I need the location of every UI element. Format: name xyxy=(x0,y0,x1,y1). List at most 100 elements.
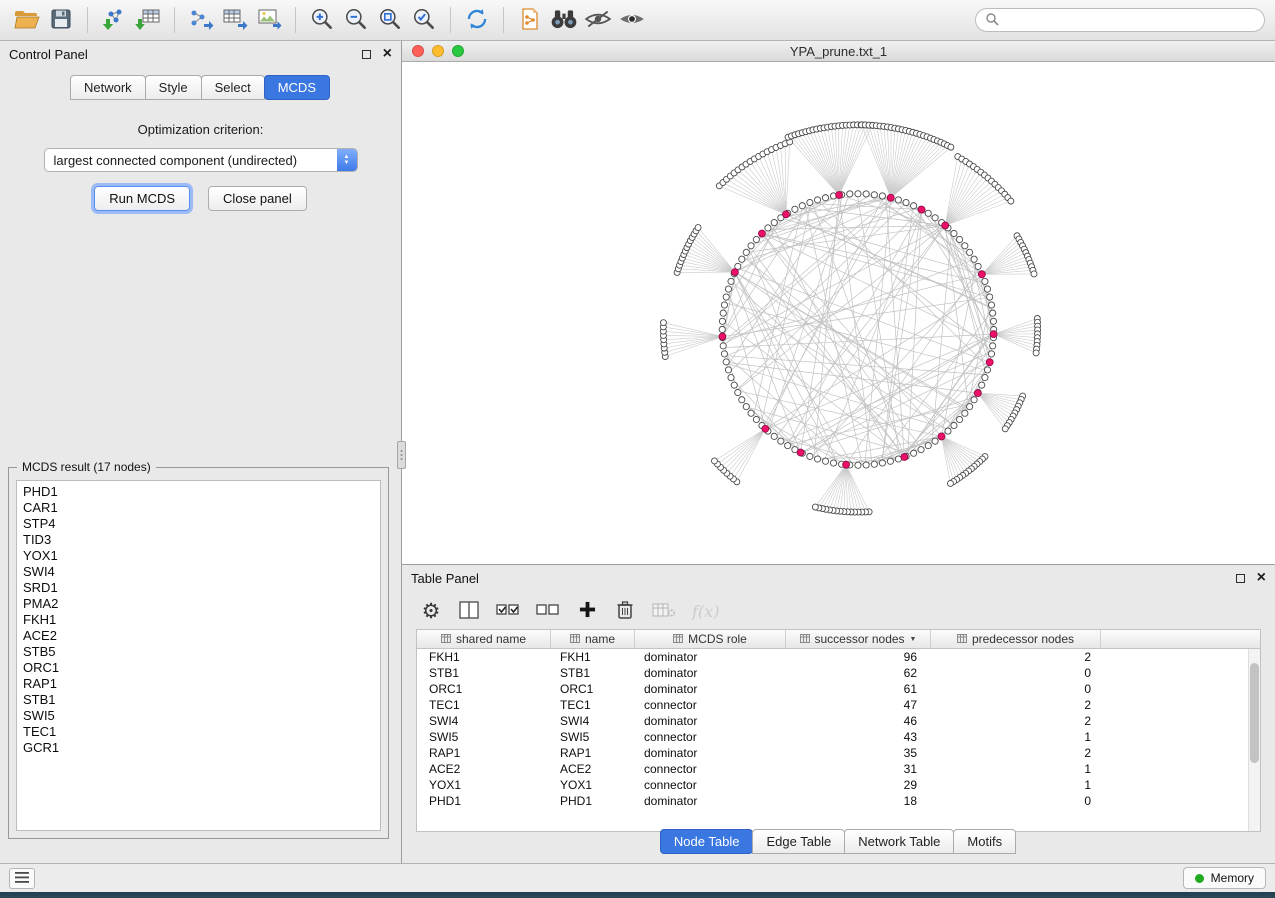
graph-hub-node[interactable] xyxy=(938,433,945,440)
graph-node[interactable] xyxy=(660,320,666,326)
graph-node[interactable] xyxy=(1031,271,1037,277)
save-session-button[interactable] xyxy=(44,3,78,37)
graph-node[interactable] xyxy=(725,286,731,292)
table-row[interactable]: ACE2ACE2connector311 xyxy=(417,761,1248,777)
mcds-result-item[interactable]: YOX1 xyxy=(17,548,380,564)
column-header-predecessor-nodes[interactable]: predecessor nodes xyxy=(931,630,1101,648)
graph-node[interactable] xyxy=(951,422,957,428)
tab-style[interactable]: Style xyxy=(145,75,202,100)
graph-node[interactable] xyxy=(771,219,777,225)
graph-node[interactable] xyxy=(735,389,741,395)
graph-node[interactable] xyxy=(720,343,726,349)
mcds-result-item[interactable]: RAP1 xyxy=(17,676,380,692)
graph-hub-node[interactable] xyxy=(836,192,843,199)
zoom-in-button[interactable] xyxy=(305,3,339,37)
splitter-handle[interactable] xyxy=(397,441,406,469)
table-row[interactable]: RAP1RAP1dominator352 xyxy=(417,745,1248,761)
table-row[interactable]: ORC1ORC1dominator610 xyxy=(417,681,1248,697)
graph-node[interactable] xyxy=(863,191,869,197)
apply-layout-button[interactable] xyxy=(460,3,494,37)
graph-node[interactable] xyxy=(728,278,734,284)
graph-node[interactable] xyxy=(711,458,717,464)
graph-node[interactable] xyxy=(855,191,861,197)
graph-hub-node[interactable] xyxy=(843,461,850,468)
mcds-result-item[interactable]: CAR1 xyxy=(17,500,380,516)
graph-node[interactable] xyxy=(987,294,993,300)
table-row[interactable]: PHD1PHD1dominator180 xyxy=(417,793,1248,809)
column-header-mcds-role[interactable]: MCDS role xyxy=(635,630,786,648)
graph-node[interactable] xyxy=(743,249,749,255)
window-zoom-light[interactable] xyxy=(452,45,464,57)
mcds-result-item[interactable]: TID3 xyxy=(17,532,380,548)
graph-hub-node[interactable] xyxy=(783,211,790,218)
import-table-button[interactable] xyxy=(131,3,165,37)
graph-node[interactable] xyxy=(1008,198,1014,204)
graph-node[interactable] xyxy=(990,343,996,349)
column-header-name[interactable]: name xyxy=(551,630,635,648)
graph-hub-node[interactable] xyxy=(942,222,949,229)
table-scrollbar[interactable] xyxy=(1248,649,1260,831)
graph-node[interactable] xyxy=(945,428,951,434)
window-minimize-light[interactable] xyxy=(432,45,444,57)
table-row[interactable]: STB1STB1dominator620 xyxy=(417,665,1248,681)
tab-node-table[interactable]: Node Table xyxy=(660,829,754,854)
graph-node[interactable] xyxy=(988,302,994,308)
mcds-result-item[interactable]: STB5 xyxy=(17,644,380,660)
graph-node[interactable] xyxy=(728,374,734,380)
close-table-panel-icon[interactable]: × xyxy=(1257,570,1266,586)
graph-node[interactable] xyxy=(765,225,771,231)
graph-node[interactable] xyxy=(812,504,818,510)
tab-edge-table[interactable]: Edge Table xyxy=(752,829,845,854)
graph-node[interactable] xyxy=(948,144,954,150)
search-network-button[interactable] xyxy=(547,3,581,37)
graph-node[interactable] xyxy=(721,351,727,357)
table-scrollbar-thumb[interactable] xyxy=(1250,663,1259,763)
optimization-criterion-select[interactable]: largest connected component (undirected)… xyxy=(44,148,358,172)
mcds-result-item[interactable]: TEC1 xyxy=(17,724,380,740)
tab-network[interactable]: Network xyxy=(70,75,146,100)
graph-node[interactable] xyxy=(753,236,759,242)
tab-motifs[interactable]: Motifs xyxy=(953,829,1016,854)
tab-mcds[interactable]: MCDS xyxy=(264,75,330,100)
search-input[interactable] xyxy=(1005,13,1255,27)
graph-hub-node[interactable] xyxy=(974,390,981,397)
close-panel-icon[interactable]: × xyxy=(383,46,392,62)
graph-node[interactable] xyxy=(695,225,701,231)
graph-node[interactable] xyxy=(847,191,853,197)
graph-node[interactable] xyxy=(887,458,893,464)
graph-node[interactable] xyxy=(739,397,745,403)
float-panel-icon[interactable] xyxy=(362,50,371,59)
graph-node[interactable] xyxy=(932,438,938,444)
run-mcds-button[interactable]: Run MCDS xyxy=(94,186,190,211)
graph-node[interactable] xyxy=(982,278,988,284)
graph-node[interactable] xyxy=(814,197,820,203)
table-row[interactable]: SWI5SWI5connector431 xyxy=(417,729,1248,745)
graph-node[interactable] xyxy=(947,480,953,486)
export-image-button[interactable] xyxy=(252,3,286,37)
table-row[interactable]: FKH1FKH1dominator962 xyxy=(417,649,1248,665)
graph-hub-node[interactable] xyxy=(986,359,993,366)
graph-node[interactable] xyxy=(719,326,725,332)
graph-node[interactable] xyxy=(743,404,749,410)
graph-hub-node[interactable] xyxy=(731,269,738,276)
zoom-fit-button[interactable] xyxy=(373,3,407,37)
graph-hub-node[interactable] xyxy=(978,271,985,278)
table-row[interactable]: YOX1YOX1connector291 xyxy=(417,777,1248,793)
graph-node[interactable] xyxy=(982,374,988,380)
graph-hub-node[interactable] xyxy=(797,449,804,456)
graph-node[interactable] xyxy=(725,367,731,373)
graph-node[interactable] xyxy=(962,243,968,249)
graph-hub-node[interactable] xyxy=(901,454,908,461)
graph-node[interactable] xyxy=(962,410,968,416)
graph-node[interactable] xyxy=(863,462,869,468)
mcds-result-item[interactable]: STB1 xyxy=(17,692,380,708)
graph-node[interactable] xyxy=(814,456,820,462)
mcds-result-item[interactable]: SRD1 xyxy=(17,580,380,596)
graph-node[interactable] xyxy=(792,206,798,212)
tab-network-table[interactable]: Network Table xyxy=(844,829,954,854)
graph-node[interactable] xyxy=(911,450,917,456)
graph-node[interactable] xyxy=(918,447,924,453)
export-network-button[interactable] xyxy=(184,3,218,37)
mcds-result-item[interactable]: SWI5 xyxy=(17,708,380,724)
graph-node[interactable] xyxy=(984,367,990,373)
